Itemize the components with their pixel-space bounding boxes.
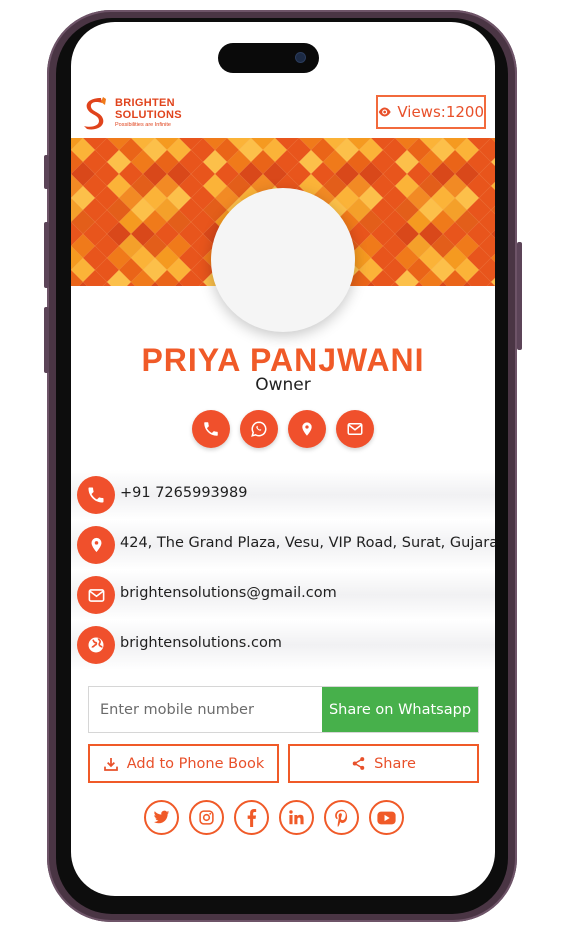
eye-icon xyxy=(378,107,391,117)
views-label: Views:1200 xyxy=(397,103,484,121)
share-on-whatsapp-button[interactable]: Share on Whatsapp xyxy=(322,687,478,732)
contact-row-phone[interactable]: +91 7265993989 xyxy=(71,470,495,520)
quick-actions xyxy=(192,410,374,448)
social-links xyxy=(144,800,404,835)
location-icon xyxy=(91,537,101,553)
avatar xyxy=(211,188,355,332)
contact-list: +91 7265993989 424, The Grand Plaza, Ves… xyxy=(71,470,495,670)
contact-row-email[interactable]: brightensolutions@gmail.com xyxy=(71,570,495,620)
twitter-link[interactable] xyxy=(144,800,179,835)
contact-address-badge xyxy=(77,526,115,564)
brand-tagline: Possibilities are Infinite xyxy=(115,122,171,128)
contact-email-text: brightensolutions@gmail.com xyxy=(120,585,337,601)
add-to-phonebook-label: Add to Phone Book xyxy=(126,755,265,772)
mail-icon xyxy=(347,423,363,435)
brand-name-line2: SOLUTIONS xyxy=(115,109,182,121)
phone-screen: BRIGHTEN SOLUTIONS Possibilities are Inf… xyxy=(71,22,495,896)
youtube-link[interactable] xyxy=(369,800,404,835)
contact-website-text: brightensolutions.com xyxy=(120,635,282,651)
instagram-link[interactable] xyxy=(189,800,224,835)
contact-address-text: 424, The Grand Plaza, Vesu, VIP Road, Su… xyxy=(120,535,495,551)
whatsapp-share-form: Share on Whatsapp xyxy=(88,686,479,733)
pinterest-link[interactable] xyxy=(324,800,359,835)
dynamic-island xyxy=(218,43,319,73)
profile-name: PRIYA PANJWANI xyxy=(141,342,425,378)
brand-name-line1: BRIGHTEN xyxy=(115,97,175,109)
camera-icon xyxy=(296,53,305,62)
linkedin-icon xyxy=(289,810,304,825)
whatsapp-icon xyxy=(251,421,267,437)
facebook-icon xyxy=(247,808,257,827)
contact-phone-text: +91 7265993989 xyxy=(120,485,248,501)
phone-icon xyxy=(204,422,218,436)
contact-row-website[interactable]: brightensolutions.com xyxy=(71,620,495,670)
views-counter: Views:1200 xyxy=(376,95,486,129)
contact-email-badge xyxy=(77,576,115,614)
whatsapp-button[interactable] xyxy=(240,410,278,448)
instagram-icon xyxy=(199,810,214,825)
mail-icon xyxy=(88,588,104,602)
share-icon xyxy=(352,757,365,770)
call-button[interactable] xyxy=(192,410,230,448)
facebook-link[interactable] xyxy=(234,800,269,835)
globe-icon xyxy=(88,637,104,653)
side-button-volume-down xyxy=(44,307,49,373)
contact-phone-badge xyxy=(77,476,115,514)
brand-logo[interactable]: BRIGHTEN SOLUTIONS Possibilities are Inf… xyxy=(81,96,211,132)
card-header: BRIGHTEN SOLUTIONS Possibilities are Inf… xyxy=(71,92,495,138)
share-button[interactable]: Share xyxy=(288,744,479,783)
brand-logo-mark-icon xyxy=(84,97,106,130)
side-button-mute xyxy=(44,155,49,189)
profile-role: Owner xyxy=(255,375,311,395)
phone-icon xyxy=(88,487,104,503)
share-label: Share xyxy=(374,755,416,772)
location-button[interactable] xyxy=(288,410,326,448)
side-button-volume-up xyxy=(44,222,49,288)
contact-row-address[interactable]: 424, The Grand Plaza, Vesu, VIP Road, Su… xyxy=(71,520,495,570)
contact-website-badge xyxy=(77,626,115,664)
download-icon xyxy=(103,757,118,771)
linkedin-link[interactable] xyxy=(279,800,314,835)
mobile-number-input[interactable] xyxy=(89,687,322,732)
side-button-power xyxy=(517,242,522,350)
location-icon xyxy=(302,422,312,436)
youtube-icon xyxy=(377,811,396,824)
twitter-icon xyxy=(153,810,170,824)
add-to-phonebook-button[interactable]: Add to Phone Book xyxy=(88,744,279,783)
pinterest-icon xyxy=(335,809,348,827)
email-button[interactable] xyxy=(336,410,374,448)
